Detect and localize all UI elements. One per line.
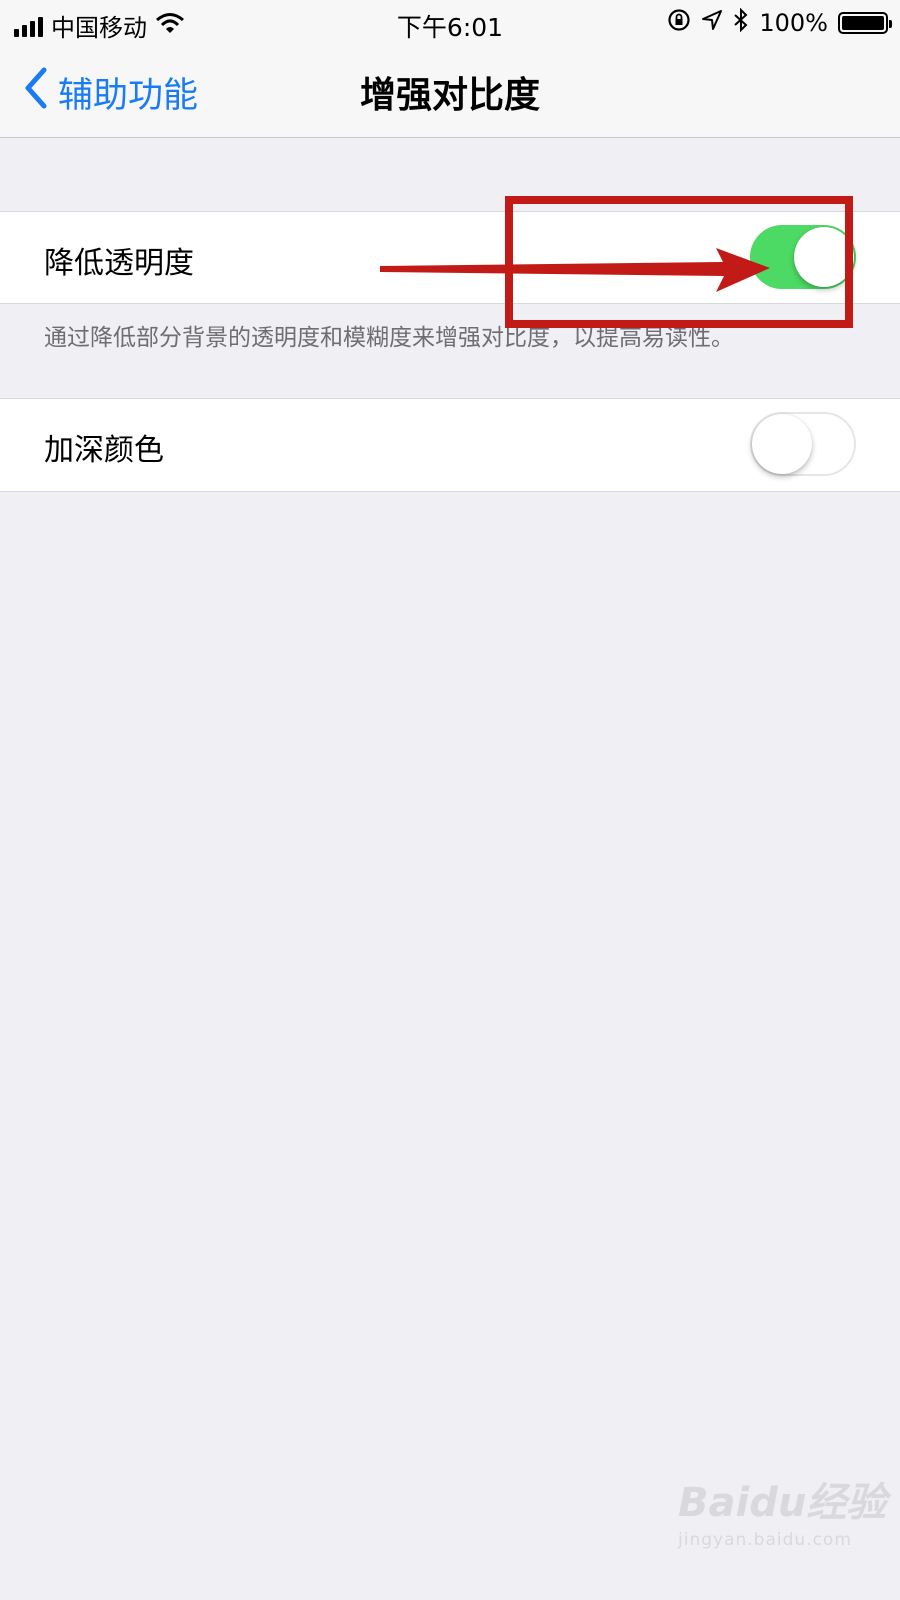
bluetooth-icon: [733, 7, 749, 38]
darken-colors-toggle[interactable]: [750, 412, 856, 476]
battery-percent: 100%: [759, 9, 828, 37]
settings-row-darken-colors: 加深颜色: [0, 398, 900, 492]
rotation-lock-icon: [667, 8, 691, 38]
reduce-transparency-label: 降低透明度: [44, 246, 194, 281]
baidu-watermark: Baidu经验 jingyan.baidu.com: [678, 1470, 886, 1550]
annotation-arrow-icon: [378, 240, 778, 304]
status-bar: 中国移动 下午6:01 100%: [0, 0, 900, 46]
watermark-brand: Baidu经验: [678, 1480, 887, 1526]
toggle-knob: [752, 414, 812, 474]
navigation-bar: 辅助功能 增强对比度: [0, 46, 900, 138]
location-icon: [701, 9, 723, 37]
status-right: 100%: [667, 7, 892, 38]
battery-icon: [838, 12, 892, 34]
darken-colors-label: 加深颜色: [44, 433, 164, 468]
battery-fill: [842, 16, 884, 30]
page-title: 增强对比度: [359, 75, 540, 116]
watermark-url: jingyan.baidu.com: [678, 1530, 852, 1550]
